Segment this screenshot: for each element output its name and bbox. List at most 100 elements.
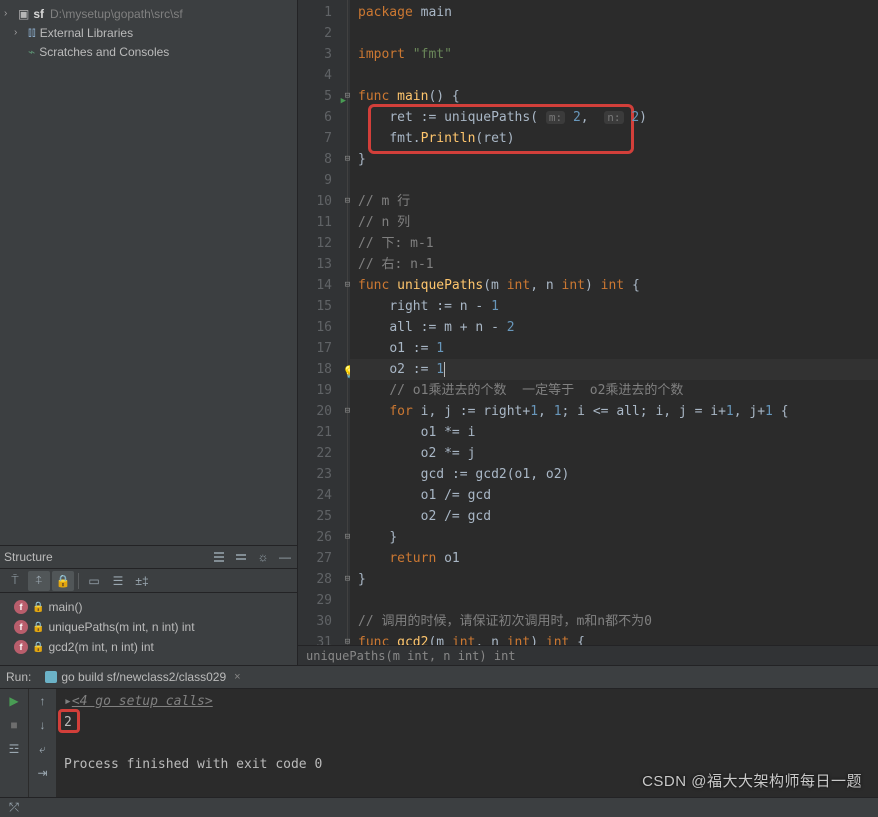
project-tree[interactable]: › ▣ sf D:\mysetup\gopath\src\sf › ⫾⫾ Ext… [0,0,298,65]
tree-row-root[interactable]: › ▣ sf D:\mysetup\gopath\src\sf [0,4,297,23]
run-layout-icon[interactable]: ☲ [6,741,22,757]
show-non-public-icon[interactable]: ☰ [107,571,129,591]
code-line[interactable]: func main() { [350,86,878,107]
show-fields-icon[interactable]: ▭ [83,571,105,591]
gutter-line[interactable]: 23 [298,464,350,485]
gutter-line[interactable]: 4 [298,65,350,86]
gutter-line[interactable]: 21 [298,422,350,443]
gutter-line[interactable]: 5▶⊟ [298,86,350,107]
gutter-line[interactable]: 2 [298,23,350,44]
gutter-line[interactable]: 10⊟ [298,191,350,212]
expand-all-icon[interactable] [211,549,227,565]
structure-item[interactable]: f🔒main() [14,597,297,617]
code-line[interactable]: o1 *= i [350,422,878,443]
gutter-line[interactable]: 17 [298,338,350,359]
gutter-line[interactable]: 22 [298,443,350,464]
down-arrow-icon[interactable]: ↓ [35,717,51,733]
code-line[interactable]: right := n - 1 [350,296,878,317]
lock-icon[interactable]: 🔒 [52,571,74,591]
code-line[interactable]: func uniquePaths(m int, n int) int { [350,275,878,296]
run-output[interactable]: ▸<4 go setup calls> 2 Process finished w… [56,689,878,797]
gutter-line[interactable]: 19 [298,380,350,401]
code-line[interactable]: all := m + n - 2 [350,317,878,338]
code-line[interactable]: ret := uniquePaths( m: 2, n: 2) [350,107,878,128]
structure-item[interactable]: f🔒uniquePaths(m int, n int) int [14,617,297,637]
code-line[interactable]: } [350,569,878,590]
gutter-line[interactable]: 29 [298,590,350,611]
collapse-all-icon[interactable] [233,549,249,565]
gutter-line[interactable]: 8⊟ [298,149,350,170]
code-line[interactable]: fmt.Println(ret) [350,128,878,149]
code-line[interactable]: func gcd2(m int, n int) int { [350,632,878,645]
close-icon[interactable]: × [234,671,240,683]
code-line[interactable]: o2 *= j [350,443,878,464]
gutter-line[interactable]: 24 [298,485,350,506]
gutter-line[interactable]: 28⊟ [298,569,350,590]
sort-time-icon[interactable]: ⍑ [4,571,26,591]
tree-row-scratches[interactable]: ⌁ Scratches and Consoles [0,42,297,61]
gear-icon[interactable]: ☼ [255,549,271,565]
gutter-line[interactable]: 9 [298,170,350,191]
code-line[interactable]: o2 := 1 [350,359,878,380]
gutter-line[interactable]: 25 [298,506,350,527]
code-line[interactable]: // 下: m-1 [350,233,878,254]
gutter-line[interactable]: 7 [298,128,350,149]
gutter-line[interactable]: 30 [298,611,350,632]
gutter-line[interactable]: 27 [298,548,350,569]
code-line[interactable]: // 右: n-1 [350,254,878,275]
hide-icon[interactable]: — [277,549,293,565]
code-line[interactable]: // n 列 [350,212,878,233]
breadcrumb[interactable]: uniquePaths(m int, n int) int [298,645,878,665]
structure-item[interactable]: f🔒gcd2(m int, n int) int [14,637,297,657]
code-line[interactable]: // m 行 [350,191,878,212]
soft-wrap-icon[interactable]: ⤶ [35,741,51,757]
gutter-line[interactable]: 13 [298,254,350,275]
code-editor[interactable]: 12345▶⊟678⊟910⊟11121314⊟15161718💡1920⊟21… [298,0,878,665]
run-play-icon[interactable]: ▶ [6,693,22,709]
gutter-line[interactable]: 20⊟ [298,401,350,422]
code-line[interactable]: gcd := gcd2(o1, o2) [350,464,878,485]
code-line[interactable]: for i, j := right+1, 1; i <= all; i, j =… [350,401,878,422]
autoscroll-icon[interactable]: ±‡ [131,571,153,591]
gutter-line[interactable]: 6 [298,107,350,128]
gutter-line[interactable]: 11 [298,212,350,233]
code-line[interactable] [350,23,878,44]
code-line[interactable]: package main [350,2,878,23]
tree-row-ext-libs[interactable]: › ⫾⫾ External Libraries [0,23,297,42]
gutter-line[interactable]: 18💡 [298,359,350,380]
run-tab[interactable]: go build sf/newclass2/class029 × [39,666,246,688]
scroll-end-icon[interactable]: ⇥ [35,765,51,781]
code-line[interactable]: // o1乘进去的个数 一定等于 o2乘进去的个数 [350,380,878,401]
structure-item-label: gcd2(m int, n int) int [48,640,153,654]
code-line[interactable]: } [350,149,878,170]
gutter-line[interactable]: 31⊟ [298,632,350,645]
run-stop-icon[interactable]: ■ [6,717,22,733]
gutter-line[interactable]: 26⊟ [298,527,350,548]
structure-item-label: uniquePaths(m int, n int) int [48,620,194,634]
gutter-line[interactable]: 12 [298,233,350,254]
editor-body[interactable]: package main import "fmt" func main() { re… [350,0,878,645]
gutter-line[interactable]: 15 [298,296,350,317]
code-line[interactable]: o1 /= gcd [350,485,878,506]
code-line[interactable] [350,590,878,611]
code-line[interactable]: } [350,527,878,548]
breadcrumb-text: uniquePaths(m int, n int) int [306,649,516,663]
structure-toolbar: ⍑ ⍏ 🔒 ▭ ☰ ±‡ [0,569,297,593]
code-line[interactable] [350,65,878,86]
project-path: D:\mysetup\gopath\src\sf [50,7,183,21]
editor-gutter[interactable]: 12345▶⊟678⊟910⊟11121314⊟15161718💡1920⊟21… [298,0,350,645]
code-line[interactable]: o1 := 1 [350,338,878,359]
pin-icon[interactable]: ⤱ [0,797,28,817]
up-arrow-icon[interactable]: ↑ [35,693,51,709]
code-line[interactable] [350,170,878,191]
code-line[interactable]: return o1 [350,548,878,569]
gutter-line[interactable]: 14⊟ [298,275,350,296]
gutter-line[interactable]: 16 [298,317,350,338]
code-line[interactable]: import "fmt" [350,44,878,65]
gutter-line[interactable]: 1 [298,2,350,23]
code-line[interactable]: o2 /= gcd [350,506,878,527]
gutter-line[interactable]: 3 [298,44,350,65]
sort-alpha-icon[interactable]: ⍏ [28,571,50,591]
code-line[interactable]: // 调用的时候，请保证初次调用时，m和n都不为0 [350,611,878,632]
chevron-right-icon: › [14,27,24,38]
